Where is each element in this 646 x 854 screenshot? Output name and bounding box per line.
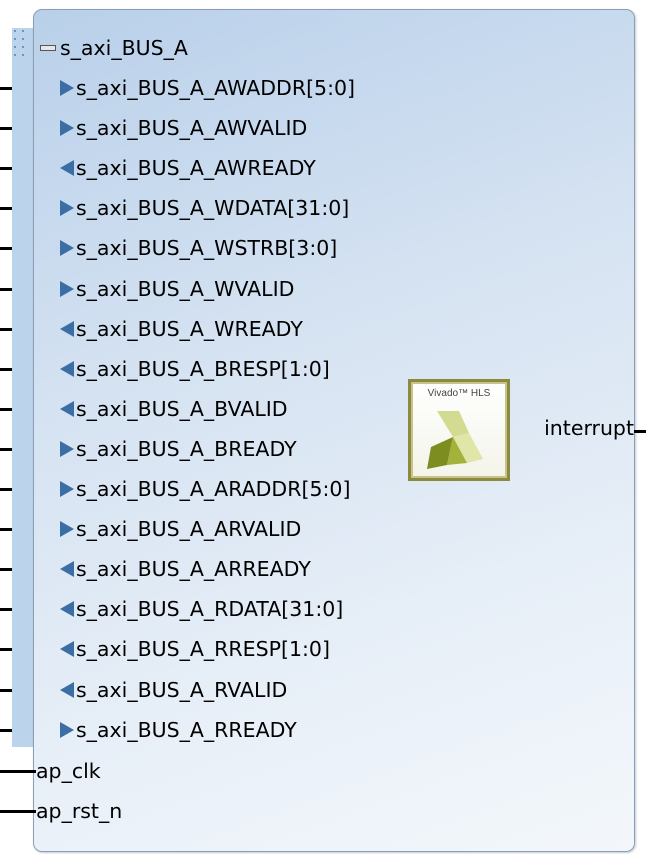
port-pin[interactable] [0,167,12,171]
port-label: s_axi_BUS_A_RRESP[1:0] [76,637,330,662]
port-row[interactable]: s_axi_BUS_A_RRESP[1:0] [60,634,330,664]
output-port-label: interrupt [544,416,634,440]
port-row[interactable]: s_axi_BUS_A_BREADY [60,434,297,464]
input-arrow-icon [60,440,74,457]
port-row[interactable]: s_axi_BUS_A_WVALID [60,274,294,304]
diagram-canvas: s_axi_BUS_A s_axi_BUS_A_AWADDR[5:0] s_axi… [0,0,646,854]
port-pin[interactable] [0,327,12,331]
port-label: s_axi_BUS_A_WDATA[31:0] [76,196,350,221]
output-arrow-icon [60,160,74,177]
port-label: s_axi_BUS_A_AWREADY [76,156,316,181]
port-label: s_axi_BUS_A_WSTRB[3:0] [76,236,338,261]
port-label: s_axi_BUS_A_RREADY [76,717,297,742]
port-label: s_axi_BUS_A_AWVALID [76,116,308,141]
port-label: s_axi_BUS_A_BREADY [76,436,297,461]
port-pin[interactable] [0,608,12,612]
port-row[interactable]: s_axi_BUS_A_WSTRB[3:0] [60,233,337,263]
port-pin[interactable] [0,568,12,572]
bus-name-label: s_axi_BUS_A [60,36,188,60]
port-pin[interactable] [0,407,12,411]
port-row[interactable]: s_axi_BUS_A_RVALID [60,675,287,705]
port-pin[interactable] [0,688,12,692]
bus-header[interactable]: s_axi_BUS_A [40,33,188,63]
port-label: ap_rst_n [36,799,123,824]
port-label: s_axi_BUS_A_RVALID [76,677,288,702]
bus-interface-bar [12,28,33,747]
port-row[interactable]: ap_rst_n [36,796,122,826]
output-arrow-icon [60,400,74,417]
port-pin[interactable] [0,528,12,532]
port-row[interactable]: s_axi_BUS_A_RREADY [60,715,297,745]
input-arrow-icon [60,200,74,217]
vivado-hls-logo-icon: Vivado™ HLS [408,379,510,481]
port-pin[interactable] [0,447,12,451]
port-row[interactable]: s_axi_BUS_A_WDATA[31:0] [60,193,349,223]
input-arrow-icon [60,240,74,257]
interface-drag-handle-icon[interactable] [14,30,28,68]
output-arrow-icon [60,561,74,578]
output-arrow-icon [60,320,74,337]
port-row[interactable]: s_axi_BUS_A_BRESP[1:0] [60,354,330,384]
input-arrow-icon [60,280,74,297]
input-arrow-icon [60,481,74,497]
collapse-bus-icon[interactable] [40,45,56,51]
port-label: s_axi_BUS_A_RDATA[31:0] [76,597,344,622]
input-arrow-icon [60,721,74,738]
hls-mark-icon [427,411,483,469]
port-row[interactable]: s_axi_BUS_A_BVALID [60,394,288,424]
port-pin[interactable] [0,488,12,491]
port-pin[interactable] [0,207,12,211]
port-pin[interactable] [0,728,12,732]
port-row[interactable]: s_axi_BUS_A_ARADDR[5:0] [60,474,350,504]
port-label: s_axi_BUS_A_WREADY [76,316,303,341]
port-row[interactable]: s_axi_BUS_A_ARREADY [60,554,311,584]
port-label: s_axi_BUS_A_AWADDR[5:0] [76,76,356,100]
output-arrow-icon [60,360,74,377]
port-row[interactable]: s_axi_BUS_A_AWVALID [60,113,307,143]
port-label: s_axi_BUS_A_ARREADY [76,557,311,582]
input-arrow-icon [60,80,74,96]
port-pin[interactable] [0,367,12,371]
port-row[interactable]: s_axi_BUS_A_AWREADY [60,153,316,183]
port-pin[interactable] [0,770,36,773]
port-row[interactable]: s_axi_BUS_A_RDATA[31:0] [60,594,343,624]
port-label: ap_clk [36,759,101,783]
port-label: s_axi_BUS_A_BVALID [76,396,288,421]
port-pin[interactable] [0,287,12,291]
port-row[interactable]: ap_clk [36,756,101,786]
port-label: s_axi_BUS_A_WVALID [76,276,295,301]
input-arrow-icon [60,120,74,137]
output-arrow-icon [60,681,74,698]
port-pin[interactable] [0,127,12,131]
port-row[interactable]: s_axi_BUS_A_WREADY [60,314,303,344]
port-label: s_axi_BUS_A_ARVALID [76,517,302,542]
output-arrow-icon [60,641,74,658]
port-label: s_axi_BUS_A_ARADDR[5:0] [76,477,351,501]
output-port-pin[interactable] [634,430,646,433]
logo-text: Vivado™ HLS [427,388,491,399]
port-label: s_axi_BUS_A_BRESP[1:0] [76,356,330,381]
port-pin[interactable] [0,810,36,814]
port-row[interactable]: s_axi_BUS_A_ARVALID [60,514,301,544]
port-pin[interactable] [0,87,12,90]
input-arrow-icon [60,521,74,538]
port-row[interactable]: s_axi_BUS_A_AWADDR[5:0] [60,73,355,103]
port-pin[interactable] [0,648,12,652]
port-pin[interactable] [0,247,12,251]
output-arrow-icon [60,601,74,618]
